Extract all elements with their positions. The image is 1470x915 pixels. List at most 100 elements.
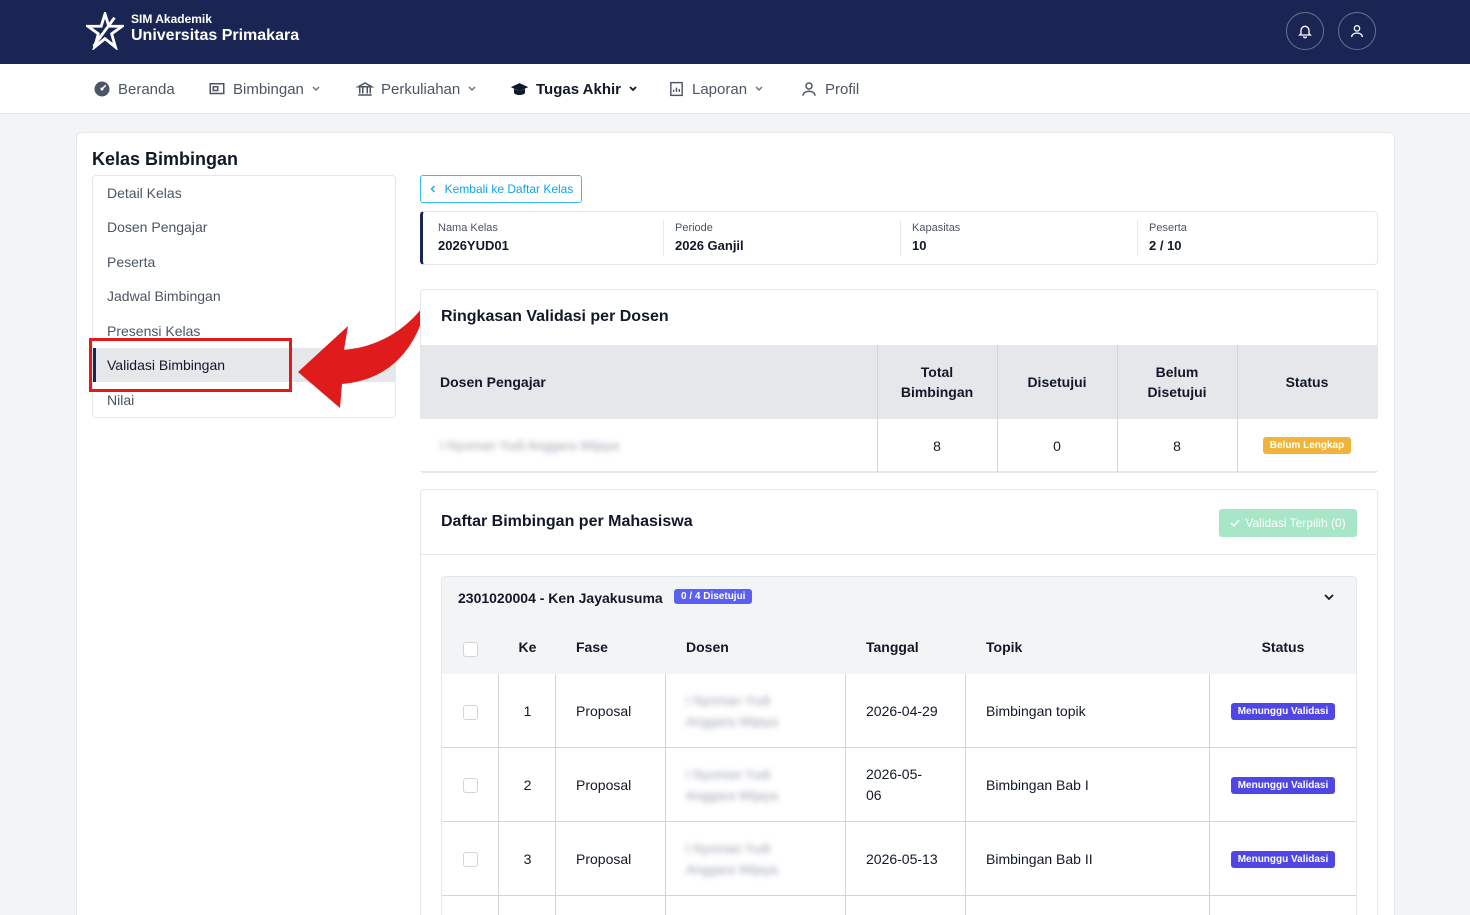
divider	[555, 674, 556, 748]
brand-subtitle: SIM Akademik	[131, 12, 212, 26]
row-dosen-line: I Nyoman Yudi	[686, 841, 771, 856]
select-all-checkbox[interactable]	[463, 642, 478, 657]
highlight-annotation-box	[89, 338, 292, 392]
student-accordion-title[interactable]: 2301020004 - Ken Jayakusuma	[458, 590, 663, 606]
summary-title: Ringkasan Validasi per Dosen	[441, 308, 669, 325]
chevron-down-icon	[468, 86, 476, 92]
notification-button[interactable]	[1286, 12, 1324, 50]
status-badge: Menunggu Validasi	[1230, 702, 1336, 720]
divider	[663, 220, 664, 256]
sidebar-item-dosen-pengajar[interactable]: Dosen Pengajar	[93, 210, 395, 244]
report-icon	[670, 81, 683, 97]
divider	[877, 419, 878, 472]
info-label: Kapasitas	[912, 222, 961, 234]
divider	[845, 822, 846, 896]
nav-laporan-label: Laporan	[692, 80, 748, 98]
divider	[555, 748, 556, 822]
divider	[555, 822, 556, 896]
info-label: Peserta	[1149, 222, 1187, 234]
info-label: Periode	[675, 222, 713, 234]
col-disetujui: Disetujui	[1027, 374, 1087, 390]
row-dosen-line: Anggara Wijaya	[686, 862, 778, 877]
divider	[421, 554, 1377, 555]
row-number: 1	[523, 703, 532, 719]
divider	[845, 896, 846, 915]
institution-icon	[356, 82, 374, 96]
col-fase: Fase	[576, 639, 608, 655]
chevron-left-icon	[430, 185, 435, 193]
divider	[665, 896, 666, 915]
row-checkbox[interactable]	[463, 852, 478, 867]
nav-laporan[interactable]: Laporan	[668, 64, 764, 114]
row-dosen: I Nyoman Yudi Anggara Wijaya	[686, 764, 778, 806]
profile-button[interactable]	[1338, 12, 1376, 50]
row-topic: Bimbingan Bab I	[986, 777, 1089, 793]
sidebar-item-peserta[interactable]: Peserta	[93, 245, 395, 279]
top-bar: SIM Akademik Universitas Primakara	[0, 0, 1470, 64]
chevron-down-icon	[755, 86, 763, 92]
row-date-line: 06	[866, 787, 882, 803]
nav-profil[interactable]: Profil	[800, 64, 859, 114]
university-logo-icon	[86, 12, 124, 50]
row-number: 3	[523, 851, 532, 867]
col-tanggal: Tanggal	[866, 639, 919, 655]
row-date: 2026-05-13	[866, 851, 938, 867]
summary-table-header: Dosen Pengajar Total Bimbingan Disetujui…	[420, 345, 1378, 419]
divider	[1209, 896, 1210, 915]
presentation-icon	[209, 83, 225, 95]
bell-icon	[1298, 25, 1312, 39]
col-dosen: Dosen	[686, 639, 729, 655]
row-status-cell: Menunggu Validasi	[1210, 822, 1356, 896]
disetujui-cell: 0	[1053, 437, 1061, 454]
row-date: 2026-05- 06	[866, 764, 922, 806]
dashboard-icon	[94, 81, 110, 97]
row-dosen-line: Anggara Wijaya	[686, 788, 778, 803]
row-phase: Proposal	[576, 703, 632, 719]
dosen-name: I Nyoman Yudi Anggara Wijaya	[440, 438, 619, 453]
nav-bimbingan-label: Bimbingan	[233, 80, 304, 98]
divider	[965, 748, 966, 822]
col-belum-disetujui: Belum Disetujui	[1147, 364, 1207, 400]
col-total-bimbingan: Total Bimbingan	[900, 364, 974, 400]
chevron-down-icon[interactable]	[1322, 592, 1336, 604]
user-icon	[1351, 25, 1363, 38]
nav-perkuliahan-label: Perkuliahan	[381, 80, 461, 98]
info-label: Nama Kelas	[438, 222, 498, 234]
divider	[665, 674, 666, 748]
row-dosen: I Nyoman Yudi Anggara Wijaya	[686, 690, 778, 732]
status-badge: Menunggu Validasi	[1230, 850, 1336, 868]
nav-bimbingan[interactable]: Bimbingan	[208, 64, 321, 114]
back-to-class-list-button[interactable]: Kembali ke Daftar Kelas	[420, 175, 582, 203]
divider	[498, 896, 499, 915]
row-checkbox[interactable]	[463, 705, 478, 720]
chevron-down-icon	[629, 86, 637, 92]
nav-beranda[interactable]: Beranda	[93, 64, 175, 114]
table-row	[442, 896, 1356, 915]
divider	[665, 822, 666, 896]
row-topic: Bimbingan Bab II	[986, 851, 1093, 867]
row-dosen-line: Anggara Wijaya	[686, 714, 778, 729]
graduation-cap-icon	[510, 82, 529, 95]
info-nama-kelas: Nama Kelas 2026YUD01	[438, 212, 509, 264]
row-status-cell: Menunggu Validasi	[1210, 674, 1356, 748]
validate-selected-label: Validasi Terpilih (0)	[1245, 516, 1346, 530]
divider	[1137, 220, 1138, 256]
divider	[845, 748, 846, 822]
summary-table-row: I Nyoman Yudi Anggara Wijaya 8 0 8 Belum…	[420, 419, 1378, 472]
row-phase: Proposal	[576, 777, 632, 793]
divider	[845, 674, 846, 748]
sidebar-item-detail-kelas[interactable]: Detail Kelas	[93, 176, 395, 210]
row-checkbox[interactable]	[463, 778, 478, 793]
nav-tugas-akhir[interactable]: Tugas Akhir	[510, 64, 638, 114]
total-bimbingan-cell: 8	[933, 437, 941, 454]
col-ke: Ke	[518, 639, 537, 655]
divider	[877, 345, 878, 419]
info-periode: Periode 2026 Ganjil	[675, 212, 744, 264]
nav-perkuliahan[interactable]: Perkuliahan	[356, 64, 477, 114]
row-date-line: 2026-05-	[866, 766, 923, 782]
class-info-strip: Nama Kelas 2026YUD01 Periode 2026 Ganjil…	[420, 211, 1378, 265]
divider	[665, 748, 666, 822]
info-kapasitas: Kapasitas 10	[912, 212, 960, 264]
row-phase: Proposal	[576, 851, 632, 867]
validate-selected-button[interactable]: Validasi Terpilih (0)	[1219, 509, 1357, 537]
